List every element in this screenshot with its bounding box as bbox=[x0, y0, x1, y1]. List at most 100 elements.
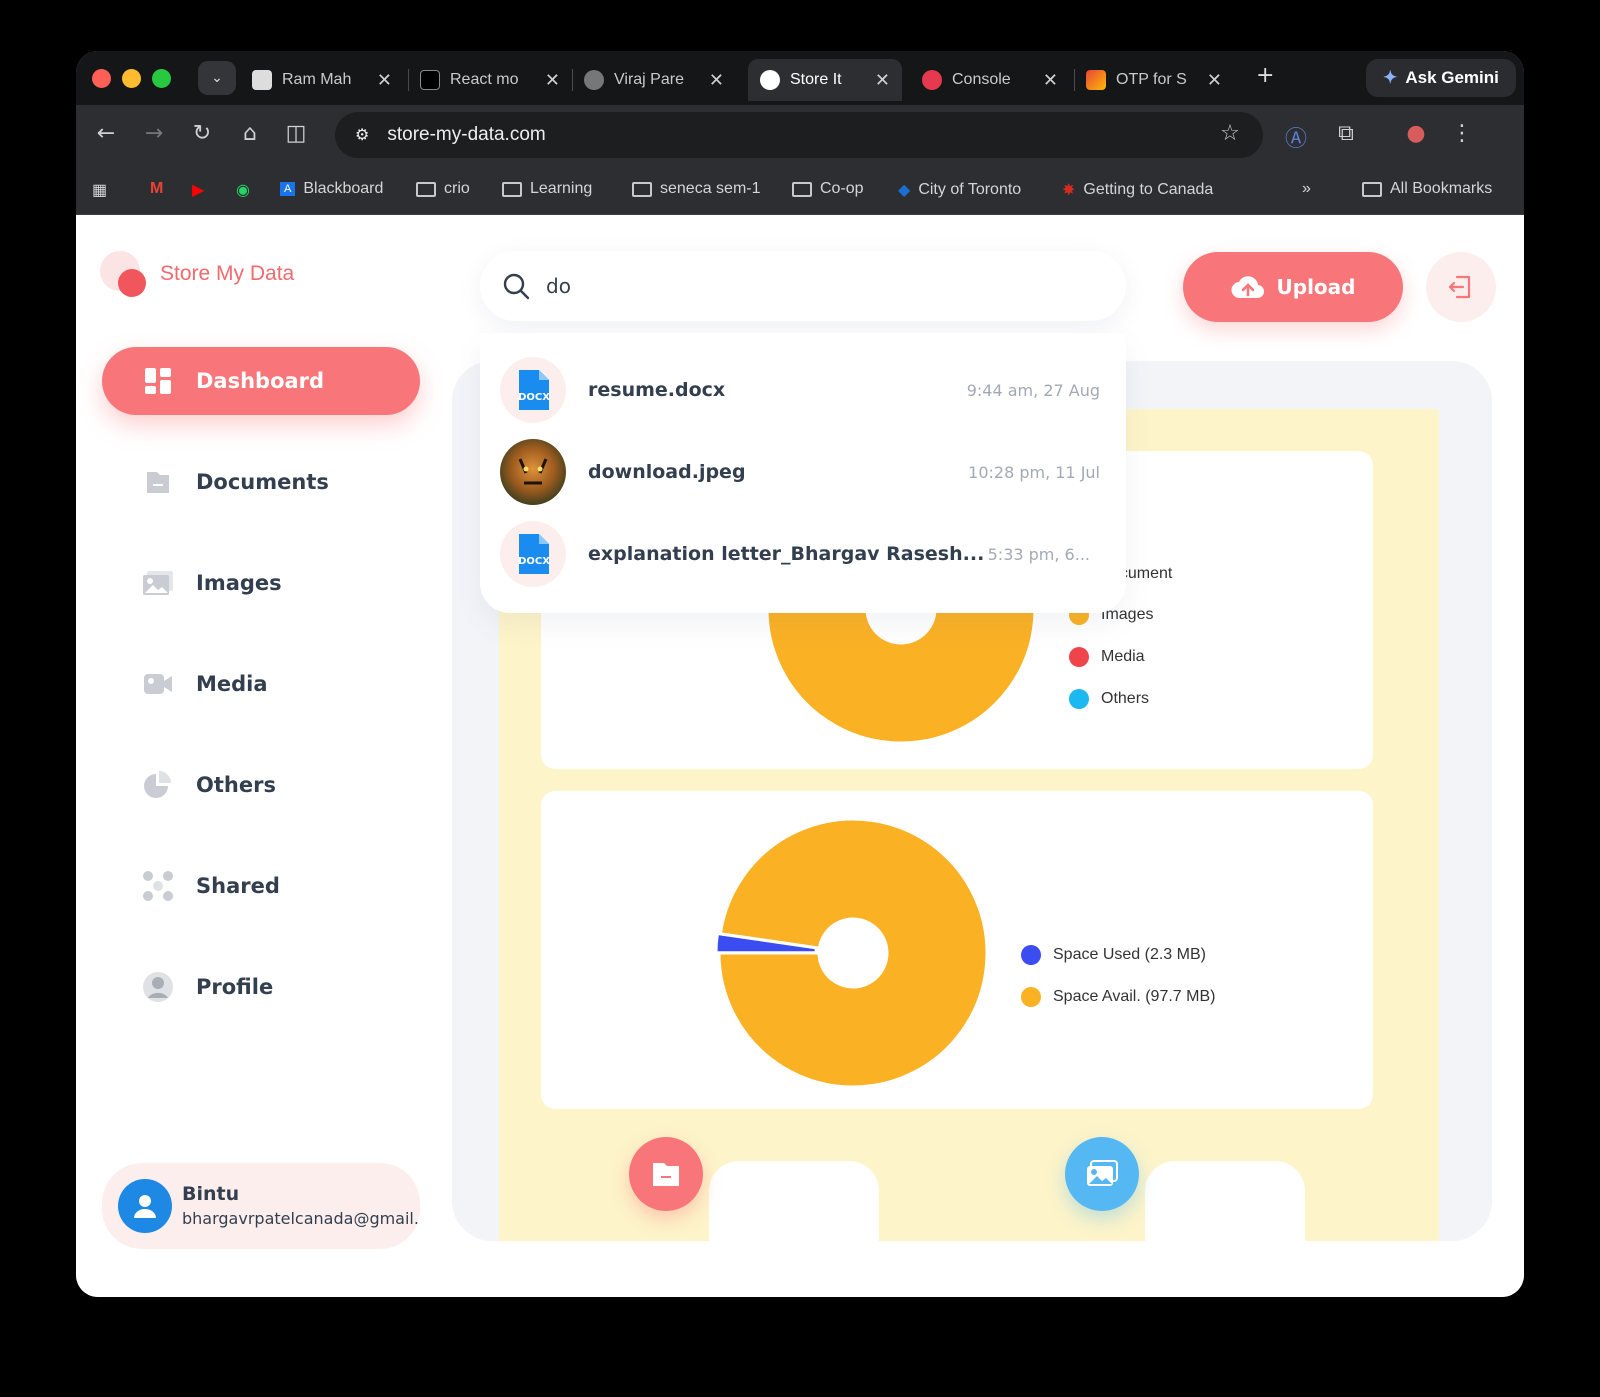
bookmarks-bar: ▦ M ▶ ◉ A Blackboard crio Learning senec… bbox=[76, 167, 1524, 215]
nav-label: Shared bbox=[196, 874, 280, 898]
sidebar-item-images[interactable]: Images bbox=[102, 549, 420, 617]
tab-console[interactable]: Console ✕ bbox=[910, 59, 1070, 101]
sidebar-item-others[interactable]: Others bbox=[102, 751, 420, 819]
sidebar-item-documents[interactable]: Documents bbox=[102, 448, 420, 516]
search-icon bbox=[503, 273, 530, 300]
tab-label: OTP for S bbox=[1116, 71, 1187, 88]
bookmark-label: seneca sem-1 bbox=[660, 180, 761, 197]
tab-ram[interactable]: Ram Mah ✕ bbox=[240, 59, 404, 101]
puzzle-icon[interactable]: ⧉ bbox=[1332, 121, 1360, 146]
app-logo[interactable]: Store My Data bbox=[100, 251, 294, 297]
legend-item: Media bbox=[1069, 647, 1145, 667]
toronto-icon: ◆ bbox=[898, 182, 911, 199]
ask-gemini-button[interactable]: ✦ Ask Gemini bbox=[1366, 59, 1516, 97]
profile-flag-icon[interactable]: ● bbox=[1402, 121, 1430, 146]
address-bar[interactable]: ⚙ store-my-data.com bbox=[335, 112, 1263, 158]
youtube-icon[interactable]: ▶ bbox=[192, 180, 204, 200]
search-result-item[interactable]: DOCX explanation letter_Bhargav Rasesh..… bbox=[500, 519, 1090, 589]
bookmark-learning[interactable]: Learning bbox=[502, 180, 592, 198]
bookmark-canada[interactable]: ✸ Getting to Canada bbox=[1062, 180, 1213, 200]
back-arrow-icon[interactable]: ← bbox=[92, 121, 120, 146]
search-result-item[interactable]: DOCX resume.docx 9:44 am, 27 Aug bbox=[500, 355, 1100, 425]
image-icon bbox=[142, 567, 174, 599]
bookmark-seneca[interactable]: seneca sem-1 bbox=[632, 180, 761, 198]
svg-text:DOCX: DOCX bbox=[518, 392, 550, 403]
user-card[interactable]: Bintu bhargavrpatelcanada@gmail.com bbox=[102, 1163, 420, 1249]
bookmark-label: City of Toronto bbox=[918, 181, 1022, 198]
legend-item: Space Used (2.3 MB) bbox=[1021, 945, 1206, 965]
summary-card-images[interactable] bbox=[1145, 1161, 1305, 1241]
close-icon[interactable]: ✕ bbox=[377, 70, 392, 91]
more-bookmarks-icon[interactable]: » bbox=[1302, 180, 1311, 198]
upload-button[interactable]: Upload bbox=[1183, 252, 1403, 322]
sidebar-item-profile[interactable]: Profile bbox=[102, 953, 420, 1021]
user-icon bbox=[134, 1195, 156, 1218]
result-date: 5:33 pm, 6... bbox=[987, 544, 1090, 564]
storage-space-chart-card: Space Used (2.3 MB) Space Avail. (97.7 M… bbox=[541, 791, 1373, 1109]
documents-summary-button[interactable] bbox=[629, 1137, 703, 1211]
site-settings-icon[interactable]: ⚙ bbox=[355, 125, 369, 145]
sidebar-item-media[interactable]: Media bbox=[102, 650, 420, 718]
storage-space-chart bbox=[714, 817, 989, 1089]
forward-arrow-icon[interactable]: → bbox=[140, 121, 168, 146]
legend-label: Space Used (2.3 MB) bbox=[1053, 946, 1206, 963]
split-view-icon[interactable]: ◫ bbox=[282, 121, 310, 146]
search-bar[interactable]: do bbox=[480, 251, 1126, 321]
tab-react[interactable]: React mo ✕ bbox=[408, 59, 572, 101]
images-summary-button[interactable] bbox=[1065, 1137, 1139, 1211]
summary-card-documents[interactable] bbox=[709, 1161, 879, 1241]
legend-dot bbox=[1021, 945, 1041, 965]
extension-a-icon[interactable]: Ⓐ bbox=[1282, 121, 1310, 153]
result-name: explanation letter_Bhargav Rasesh... bbox=[588, 543, 985, 565]
bookmark-blackboard[interactable]: A Blackboard bbox=[280, 180, 383, 198]
user-email: bhargavrpatelcanada@gmail.com bbox=[182, 1209, 420, 1228]
pie-icon bbox=[142, 769, 174, 801]
chevron-down-icon: ⌄ bbox=[211, 70, 223, 86]
logo-text: Store My Data bbox=[160, 262, 295, 285]
pie-slice-space-avail-97-7-mb[interactable] bbox=[717, 817, 989, 1089]
sidebar-item-dashboard[interactable]: Dashboard bbox=[102, 347, 420, 415]
gmail-icon[interactable]: M bbox=[150, 180, 163, 198]
whatsapp-icon[interactable]: ◉ bbox=[236, 180, 250, 200]
react-favicon-icon bbox=[420, 70, 440, 90]
sidebar-item-shared[interactable]: Shared bbox=[102, 852, 420, 920]
reload-icon[interactable]: ↻ bbox=[188, 121, 216, 146]
bookmark-crio[interactable]: crio bbox=[416, 180, 470, 198]
nav-label: Others bbox=[196, 773, 276, 797]
bookmark-label: All Bookmarks bbox=[1390, 180, 1493, 197]
folder-icon bbox=[416, 181, 436, 197]
close-icon[interactable]: ✕ bbox=[1043, 70, 1058, 91]
legend-item: Others bbox=[1069, 689, 1149, 709]
minimize-window-button[interactable] bbox=[122, 69, 141, 88]
apps-grid-icon[interactable]: ▦ bbox=[92, 180, 107, 200]
tab-viraj[interactable]: Viraj Pare ✕ bbox=[572, 59, 736, 101]
nav-label: Media bbox=[196, 672, 268, 696]
close-icon[interactable]: ✕ bbox=[709, 70, 724, 91]
close-icon[interactable]: ✕ bbox=[545, 70, 560, 91]
bookmark-toronto[interactable]: ◆ City of Toronto bbox=[898, 180, 1021, 200]
bookmark-label: Blackboard bbox=[303, 180, 384, 197]
sparkle-icon: ✦ bbox=[1383, 68, 1398, 87]
logout-button[interactable] bbox=[1426, 252, 1496, 322]
bookmark-coop[interactable]: Co-op bbox=[792, 180, 864, 198]
home-icon[interactable]: ⌂ bbox=[236, 121, 264, 146]
tab-search-button[interactable]: ⌄ bbox=[198, 61, 236, 95]
new-tab-button[interactable]: + bbox=[1256, 63, 1274, 88]
search-input[interactable]: do bbox=[546, 274, 571, 298]
gemini-label: Ask Gemini bbox=[1405, 68, 1499, 87]
tab-store-it[interactable]: Store It ✕ bbox=[748, 59, 902, 101]
star-icon[interactable]: ☆ bbox=[1216, 121, 1244, 146]
maximize-window-button[interactable] bbox=[152, 69, 171, 88]
document-icon bbox=[142, 466, 174, 498]
bookmark-label: Co-op bbox=[820, 180, 864, 197]
close-icon[interactable]: ✕ bbox=[875, 70, 890, 91]
tab-otp[interactable]: OTP for S ✕ bbox=[1074, 59, 1234, 101]
user-icon bbox=[142, 971, 174, 1003]
browser-chrome: ⌄ Ram Mah ✕ React mo ✕ Viraj Pare ✕ Stor… bbox=[76, 51, 1524, 215]
close-window-button[interactable] bbox=[92, 69, 111, 88]
result-date: 10:28 pm, 11 Jul bbox=[968, 462, 1100, 482]
all-bookmarks[interactable]: All Bookmarks bbox=[1362, 180, 1492, 198]
close-icon[interactable]: ✕ bbox=[1207, 70, 1222, 91]
search-result-item[interactable]: download.jpeg 10:28 pm, 11 Jul bbox=[500, 437, 1100, 507]
kebab-menu-icon[interactable]: ⋮ bbox=[1448, 121, 1476, 146]
